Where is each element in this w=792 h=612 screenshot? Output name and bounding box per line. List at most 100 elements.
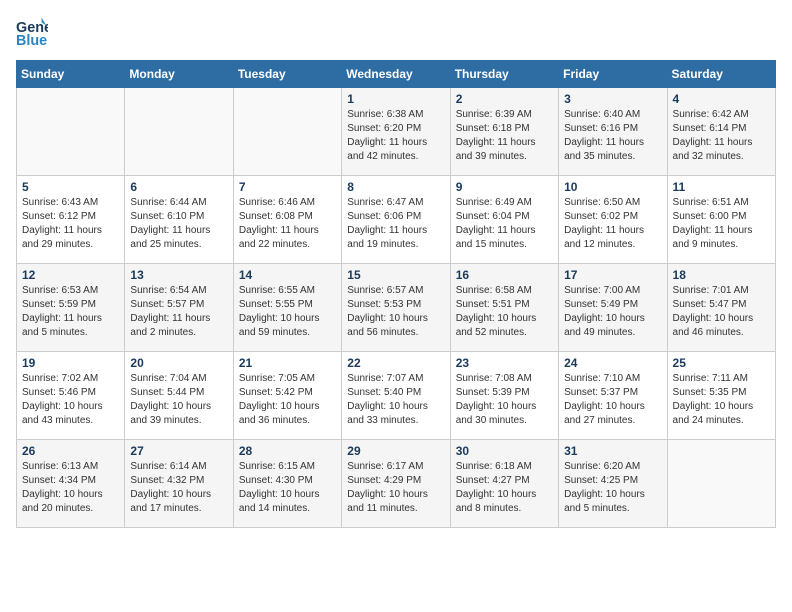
- calendar-day-cell: 22 Sunrise: 7:07 AM Sunset: 5:40 PM Dayli…: [342, 352, 450, 440]
- day-number: 3: [564, 92, 661, 106]
- day-number: 21: [239, 356, 336, 370]
- calendar-day-cell: 9 Sunrise: 6:49 AM Sunset: 6:04 PM Daylig…: [450, 176, 558, 264]
- logo-icon: General Blue: [16, 16, 48, 48]
- day-info: Sunrise: 6:15 AM Sunset: 4:30 PM Dayligh…: [239, 460, 336, 516]
- day-number: 4: [673, 92, 770, 106]
- calendar-day-cell: [667, 440, 775, 528]
- logo: General Blue: [16, 16, 52, 48]
- day-info: Sunrise: 6:58 AM Sunset: 5:51 PM Dayligh…: [456, 284, 553, 340]
- day-number: 8: [347, 180, 444, 194]
- day-number: 9: [456, 180, 553, 194]
- day-number: 29: [347, 444, 444, 458]
- day-info: Sunrise: 7:02 AM Sunset: 5:46 PM Dayligh…: [22, 372, 119, 428]
- weekday-header: Friday: [559, 61, 667, 88]
- day-info: Sunrise: 6:44 AM Sunset: 6:10 PM Dayligh…: [130, 196, 227, 252]
- calendar-day-cell: 11 Sunrise: 6:51 AM Sunset: 6:00 PM Dayli…: [667, 176, 775, 264]
- weekday-header: Monday: [125, 61, 233, 88]
- day-number: 28: [239, 444, 336, 458]
- calendar-day-cell: 26 Sunrise: 6:13 AM Sunset: 4:34 PM Dayli…: [17, 440, 125, 528]
- day-info: Sunrise: 7:08 AM Sunset: 5:39 PM Dayligh…: [456, 372, 553, 428]
- calendar-week-row: 5 Sunrise: 6:43 AM Sunset: 6:12 PM Daylig…: [17, 176, 776, 264]
- day-info: Sunrise: 6:46 AM Sunset: 6:08 PM Dayligh…: [239, 196, 336, 252]
- calendar-day-cell: 16 Sunrise: 6:58 AM Sunset: 5:51 PM Dayli…: [450, 264, 558, 352]
- day-number: 23: [456, 356, 553, 370]
- calendar-day-cell: 12 Sunrise: 6:53 AM Sunset: 5:59 PM Dayli…: [17, 264, 125, 352]
- day-info: Sunrise: 7:00 AM Sunset: 5:49 PM Dayligh…: [564, 284, 661, 340]
- day-number: 5: [22, 180, 119, 194]
- day-info: Sunrise: 6:40 AM Sunset: 6:16 PM Dayligh…: [564, 108, 661, 164]
- svg-text:Blue: Blue: [16, 33, 47, 48]
- calendar-day-cell: 23 Sunrise: 7:08 AM Sunset: 5:39 PM Dayli…: [450, 352, 558, 440]
- weekday-header: Tuesday: [233, 61, 341, 88]
- weekday-header: Thursday: [450, 61, 558, 88]
- weekday-header: Saturday: [667, 61, 775, 88]
- day-info: Sunrise: 6:43 AM Sunset: 6:12 PM Dayligh…: [22, 196, 119, 252]
- calendar-day-cell: [17, 88, 125, 176]
- day-number: 24: [564, 356, 661, 370]
- calendar-day-cell: 17 Sunrise: 7:00 AM Sunset: 5:49 PM Dayli…: [559, 264, 667, 352]
- day-info: Sunrise: 6:54 AM Sunset: 5:57 PM Dayligh…: [130, 284, 227, 340]
- calendar-day-cell: 31 Sunrise: 6:20 AM Sunset: 4:25 PM Dayli…: [559, 440, 667, 528]
- day-number: 6: [130, 180, 227, 194]
- day-info: Sunrise: 6:39 AM Sunset: 6:18 PM Dayligh…: [456, 108, 553, 164]
- day-number: 1: [347, 92, 444, 106]
- calendar-day-cell: 24 Sunrise: 7:10 AM Sunset: 5:37 PM Dayli…: [559, 352, 667, 440]
- day-info: Sunrise: 6:18 AM Sunset: 4:27 PM Dayligh…: [456, 460, 553, 516]
- day-number: 27: [130, 444, 227, 458]
- day-number: 30: [456, 444, 553, 458]
- day-info: Sunrise: 7:07 AM Sunset: 5:40 PM Dayligh…: [347, 372, 444, 428]
- calendar-week-row: 26 Sunrise: 6:13 AM Sunset: 4:34 PM Dayli…: [17, 440, 776, 528]
- day-number: 11: [673, 180, 770, 194]
- day-number: 15: [347, 268, 444, 282]
- calendar-day-cell: 15 Sunrise: 6:57 AM Sunset: 5:53 PM Dayli…: [342, 264, 450, 352]
- day-number: 18: [673, 268, 770, 282]
- calendar-day-cell: 6 Sunrise: 6:44 AM Sunset: 6:10 PM Daylig…: [125, 176, 233, 264]
- calendar-day-cell: [233, 88, 341, 176]
- day-info: Sunrise: 6:50 AM Sunset: 6:02 PM Dayligh…: [564, 196, 661, 252]
- day-info: Sunrise: 7:01 AM Sunset: 5:47 PM Dayligh…: [673, 284, 770, 340]
- day-number: 31: [564, 444, 661, 458]
- day-info: Sunrise: 6:14 AM Sunset: 4:32 PM Dayligh…: [130, 460, 227, 516]
- calendar-day-cell: 28 Sunrise: 6:15 AM Sunset: 4:30 PM Dayli…: [233, 440, 341, 528]
- calendar-day-cell: [125, 88, 233, 176]
- day-info: Sunrise: 7:10 AM Sunset: 5:37 PM Dayligh…: [564, 372, 661, 428]
- day-info: Sunrise: 6:53 AM Sunset: 5:59 PM Dayligh…: [22, 284, 119, 340]
- day-info: Sunrise: 7:04 AM Sunset: 5:44 PM Dayligh…: [130, 372, 227, 428]
- calendar-day-cell: 29Sunrise: 6:17 AM Sunset: 4:29 PM Dayli…: [342, 440, 450, 528]
- day-info: Sunrise: 6:13 AM Sunset: 4:34 PM Dayligh…: [22, 460, 119, 516]
- calendar-day-cell: 13Sunrise: 6:54 AM Sunset: 5:57 PM Dayli…: [125, 264, 233, 352]
- day-info: Sunrise: 7:05 AM Sunset: 5:42 PM Dayligh…: [239, 372, 336, 428]
- day-number: 12: [22, 268, 119, 282]
- weekday-header: Sunday: [17, 61, 125, 88]
- day-number: 22: [347, 356, 444, 370]
- day-info: Sunrise: 6:55 AM Sunset: 5:55 PM Dayligh…: [239, 284, 336, 340]
- calendar-day-cell: 21 Sunrise: 7:05 AM Sunset: 5:42 PM Dayli…: [233, 352, 341, 440]
- calendar-table: SundayMondayTuesdayWednesdayThursdayFrid…: [16, 60, 776, 528]
- day-info: Sunrise: 6:51 AM Sunset: 6:00 PM Dayligh…: [673, 196, 770, 252]
- calendar-day-cell: 7 Sunrise: 6:46 AM Sunset: 6:08 PM Daylig…: [233, 176, 341, 264]
- calendar-day-cell: 10 Sunrise: 6:50 AM Sunset: 6:02 PM Dayli…: [559, 176, 667, 264]
- day-number: 19: [22, 356, 119, 370]
- day-number: 10: [564, 180, 661, 194]
- calendar-day-cell: 18 Sunrise: 7:01 AM Sunset: 5:47 PM Dayli…: [667, 264, 775, 352]
- calendar-day-cell: 3 Sunrise: 6:40 AM Sunset: 6:16 PM Daylig…: [559, 88, 667, 176]
- day-number: 26: [22, 444, 119, 458]
- day-info: Sunrise: 7:11 AM Sunset: 5:35 PM Dayligh…: [673, 372, 770, 428]
- day-number: 7: [239, 180, 336, 194]
- day-number: 20: [130, 356, 227, 370]
- day-info: Sunrise: 6:47 AM Sunset: 6:06 PM Dayligh…: [347, 196, 444, 252]
- calendar-day-cell: 27 Sunrise: 6:14 AM Sunset: 4:32 PM Dayli…: [125, 440, 233, 528]
- calendar-day-cell: 20 Sunrise: 7:04 AM Sunset: 5:44 PM Dayli…: [125, 352, 233, 440]
- day-info: Sunrise: 6:49 AM Sunset: 6:04 PM Dayligh…: [456, 196, 553, 252]
- day-number: 14: [239, 268, 336, 282]
- day-number: 16: [456, 268, 553, 282]
- day-number: 17: [564, 268, 661, 282]
- calendar-day-cell: 8 Sunrise: 6:47 AM Sunset: 6:06 PM Daylig…: [342, 176, 450, 264]
- calendar-day-cell: 25 Sunrise: 7:11 AM Sunset: 5:35 PM Dayli…: [667, 352, 775, 440]
- day-number: 25: [673, 356, 770, 370]
- day-number: 2: [456, 92, 553, 106]
- weekday-header: Wednesday: [342, 61, 450, 88]
- day-info: Sunrise: 6:57 AM Sunset: 5:53 PM Dayligh…: [347, 284, 444, 340]
- day-info: Sunrise: 6:20 AM Sunset: 4:25 PM Dayligh…: [564, 460, 661, 516]
- calendar-day-cell: 1Sunrise: 6:38 AM Sunset: 6:20 PM Daylig…: [342, 88, 450, 176]
